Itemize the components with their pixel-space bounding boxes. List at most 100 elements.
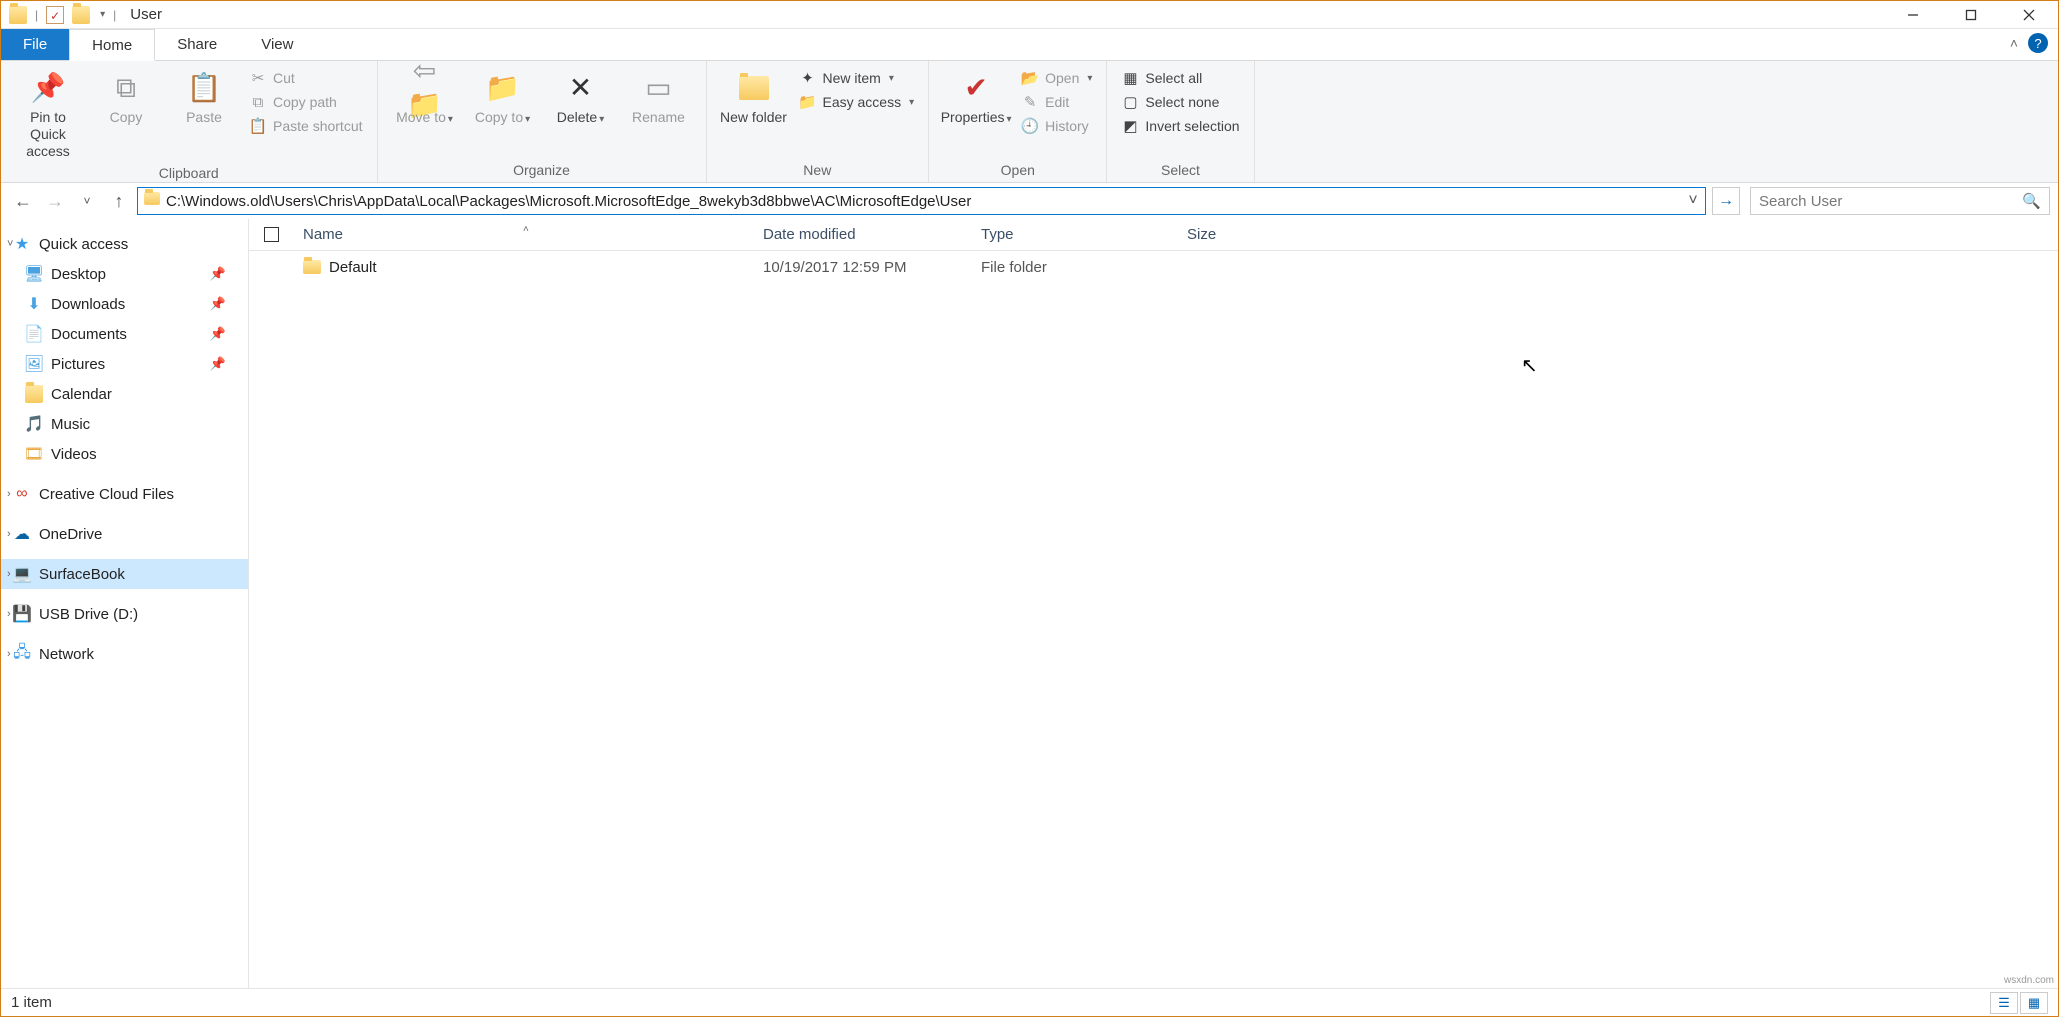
share-tab[interactable]: Share [155,29,239,60]
sidebar-calendar[interactable]: Calendar [1,379,248,409]
collapse-ribbon-icon[interactable]: ˄ [2010,35,2018,51]
maximize-button[interactable] [1942,1,2000,29]
close-button[interactable] [2000,1,2058,29]
select-all-icon: ▦ [1121,69,1139,87]
sidebar-usb-drive[interactable]: ›💾USB Drive (D:) [1,599,248,629]
sidebar-music[interactable]: 🎵Music [1,409,248,439]
delete-button[interactable]: ✕ Delete▾ [544,67,618,130]
invert-selection-icon: ◩ [1121,117,1139,135]
recent-locations-button[interactable]: ˅ [73,187,101,215]
file-tab[interactable]: File [1,29,69,60]
documents-icon: 📄 [25,325,43,343]
back-button[interactable]: ← [9,187,37,215]
sidebar-documents[interactable]: 📄Documents📌 [1,319,248,349]
sidebar-pictures[interactable]: 🖼Pictures📌 [1,349,248,379]
clipboard-group-label: Clipboard [11,163,367,183]
delete-icon: ✕ [564,71,598,105]
minimize-button[interactable] [1884,1,1942,29]
title-bar: | ✓ ▾ | User [1,1,2058,29]
details-view-button[interactable]: ☰ [1990,992,2018,1014]
properties-button[interactable]: ✔ Properties▾ [939,67,1013,130]
select-all-checkbox[interactable] [264,227,279,242]
delete-label: Delete▾ [557,109,605,126]
address-bar[interactable]: ˅ [137,187,1706,215]
open-group-label: Open [939,160,1096,180]
videos-icon: 🎞 [25,445,43,463]
column-size[interactable]: Size [1177,226,1317,243]
qat-customize-icon[interactable]: ▾ [100,9,105,20]
search-input[interactable] [1759,193,2022,210]
sidebar-creative-cloud[interactable]: ›∞Creative Cloud Files [1,479,248,509]
copy-path-button[interactable]: ⧉Copy path [245,91,367,113]
organize-group-label: Organize [388,160,696,180]
home-tab[interactable]: Home [69,29,155,61]
help-icon[interactable]: ? [2028,33,2048,53]
copy-to-label: Copy to▾ [475,109,530,126]
paste-shortcut-button[interactable]: 📋Paste shortcut [245,115,367,137]
column-type[interactable]: Type [971,226,1177,243]
sidebar-quick-access[interactable]: ˅★Quick access [1,229,248,259]
column-headers[interactable]: Name˄ Date modified Type Size [249,219,2058,251]
navigation-bar: ← → ˅ ↑ ˅ → 🔍 [1,183,2058,219]
qat-newfolder-icon[interactable] [72,6,90,24]
new-folder-button[interactable]: New folder [717,67,791,130]
invert-selection-button[interactable]: ◩Invert selection [1117,115,1243,137]
paste-button[interactable]: 📋 Paste [167,67,241,130]
move-to-button[interactable]: ⇦📁 Move to▾ [388,67,462,130]
status-bar: 1 item ☰ ▦ [1,988,2058,1016]
easy-access-button[interactable]: 📁Easy access▾ [795,91,919,113]
history-button[interactable]: 🕘History [1017,115,1096,137]
edit-button[interactable]: ✎Edit [1017,91,1096,113]
select-none-button[interactable]: ▢Select none [1117,91,1243,113]
address-go-button[interactable]: → [1712,187,1740,215]
view-tab[interactable]: View [239,29,315,60]
search-icon[interactable]: 🔍 [2022,192,2041,210]
sidebar-videos[interactable]: 🎞Videos [1,439,248,469]
pin-icon: 📌 [31,71,65,105]
watermark: wsxdn.com [2004,975,2054,986]
rename-button[interactable]: ▭ Rename [622,67,696,130]
copy-to-button[interactable]: 📁 Copy to▾ [466,67,540,130]
qat-separator: | [35,8,38,22]
sidebar-desktop[interactable]: 🖥Desktop📌 [1,259,248,289]
pc-icon: 💻 [13,565,31,583]
quick-access-icon: ★ [13,235,31,253]
up-button[interactable]: ↑ [105,187,133,215]
pictures-icon: 🖼 [25,355,43,373]
edit-icon: ✎ [1021,93,1039,111]
file-date: 10/19/2017 12:59 PM [753,259,971,276]
file-row[interactable]: Default 10/19/2017 12:59 PM File folder [249,251,2058,283]
select-all-button[interactable]: ▦Select all [1117,67,1243,89]
search-box[interactable]: 🔍 [1750,187,2050,215]
new-item-button[interactable]: ✦New item▾ [795,67,919,89]
cut-button[interactable]: ✂Cut [245,67,367,89]
app-folder-icon [9,6,27,24]
copy-button[interactable]: ⧉ Copy [89,67,163,130]
large-icons-view-button[interactable]: ▦ [2020,992,2048,1014]
select-none-icon: ▢ [1121,93,1139,111]
sidebar-downloads[interactable]: ⬇Downloads📌 [1,289,248,319]
address-dropdown-icon[interactable]: ˅ [1681,192,1705,210]
navigation-pane[interactable]: ˅★Quick access 🖥Desktop📌 ⬇Downloads📌 📄Do… [1,219,249,988]
move-to-icon: ⇦📁 [408,71,442,105]
rename-icon: ▭ [642,71,676,105]
ribbon-group-select: ▦Select all ▢Select none ◩Invert selecti… [1107,61,1254,182]
address-input[interactable] [166,193,1681,210]
sidebar-network[interactable]: ›🖧Network [1,639,248,669]
ribbon-group-open: ✔ Properties▾ 📂Open▾ ✎Edit 🕘History Open [929,61,1107,182]
open-button[interactable]: 📂Open▾ [1017,67,1096,89]
easy-access-icon: 📁 [799,93,817,111]
file-type: File folder [971,259,1177,276]
file-list-pane: Name˄ Date modified Type Size Default 10… [249,219,2058,988]
pin-quick-access-button[interactable]: 📌 Pin to Quick access [11,67,85,163]
column-date[interactable]: Date modified [753,226,971,243]
pin-icon: 📌 [210,296,240,312]
column-name[interactable]: Name˄ [293,226,753,243]
paste-label: Paste [186,109,222,126]
qat-properties-icon[interactable]: ✓ [46,6,64,24]
ribbon-group-new: New folder ✦New item▾ 📁Easy access▾ New [707,61,930,182]
forward-button[interactable]: → [41,187,69,215]
sidebar-onedrive[interactable]: ›☁OneDrive [1,519,248,549]
paste-icon: 📋 [187,71,221,105]
sidebar-this-pc[interactable]: ›💻SurfaceBook [1,559,248,589]
